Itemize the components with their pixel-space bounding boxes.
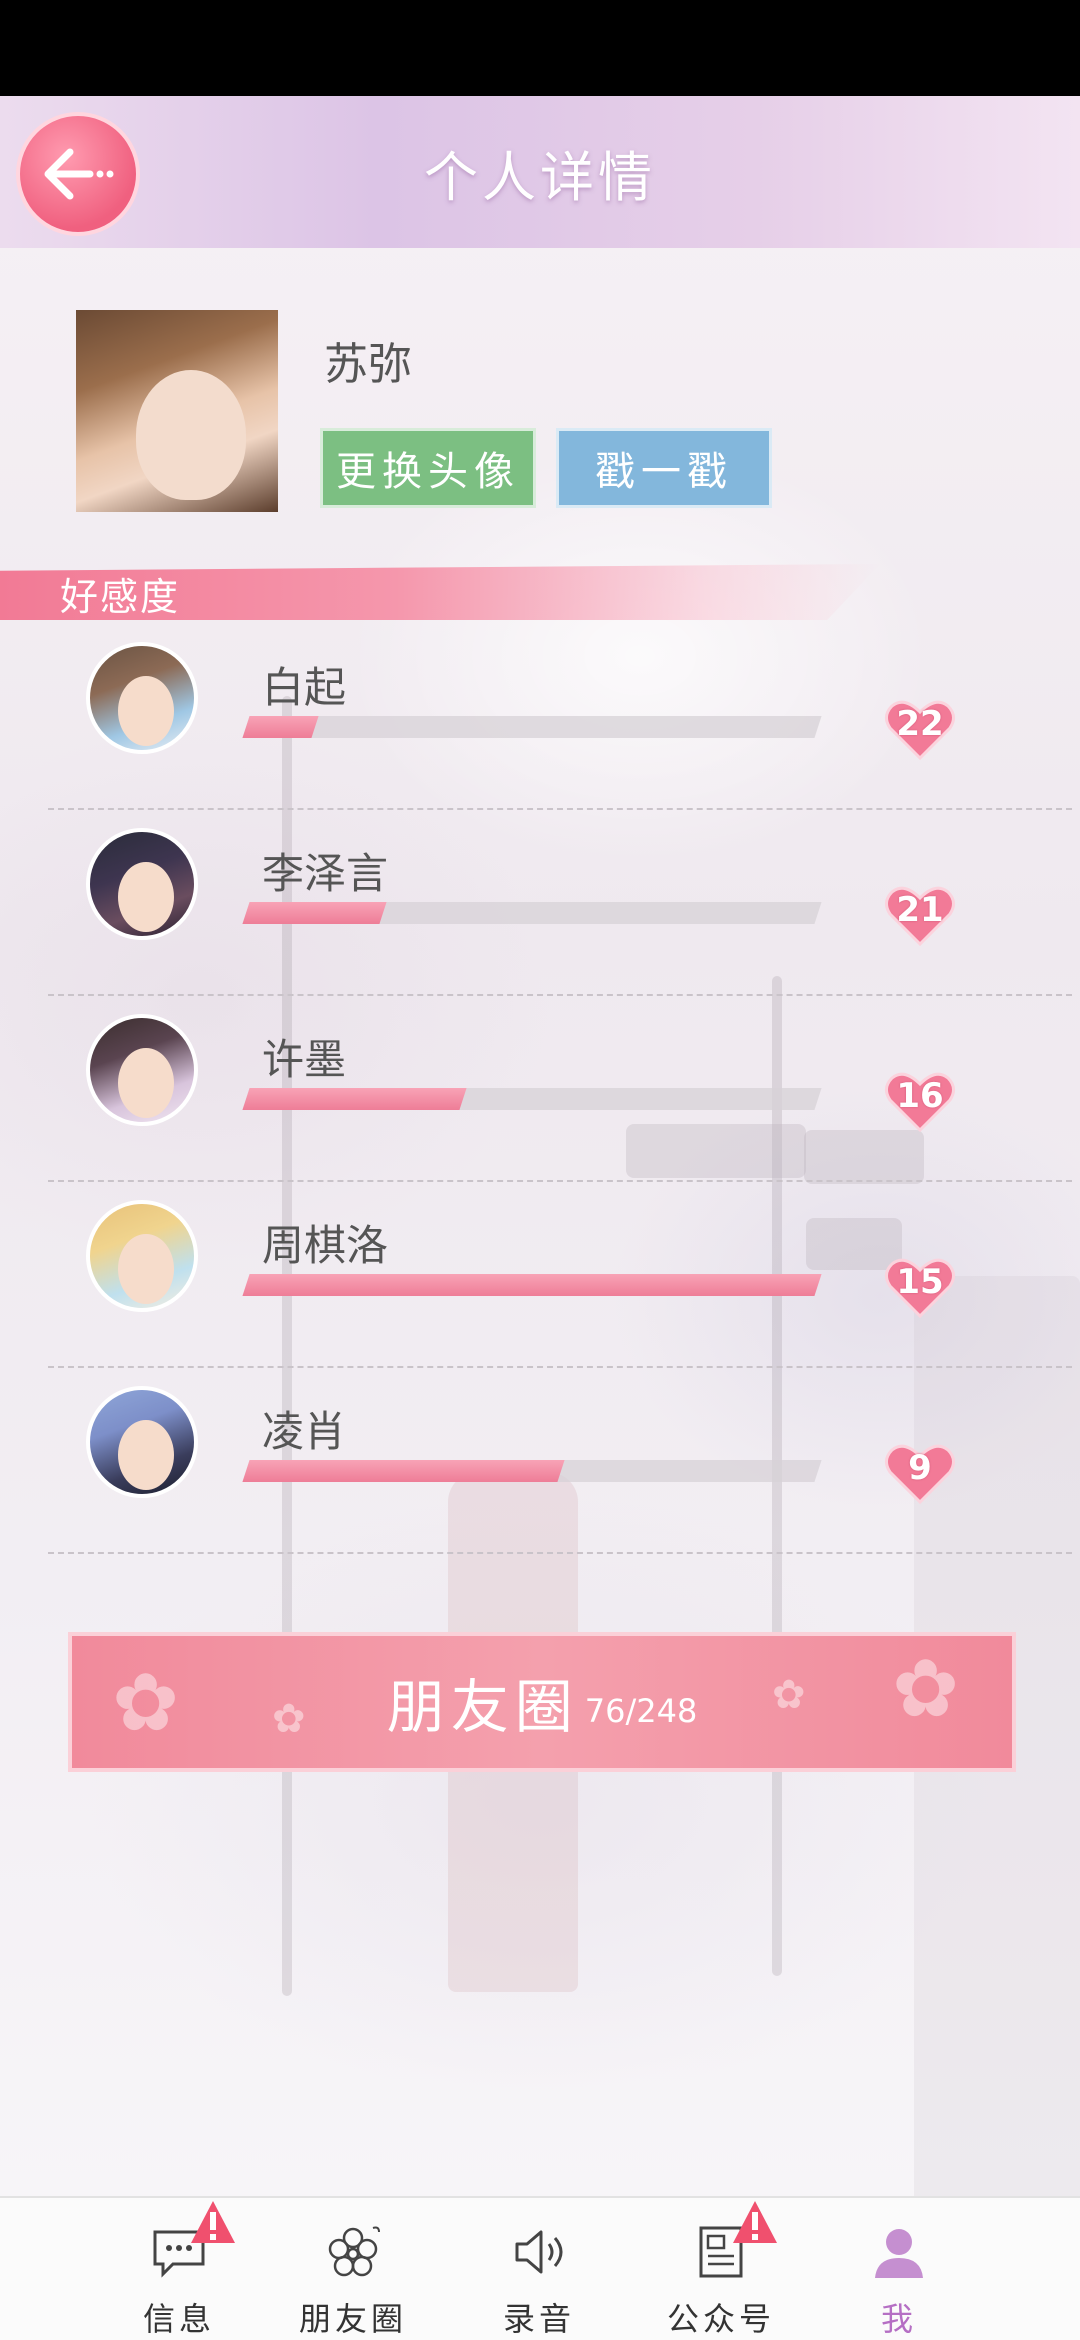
moments-button[interactable]: ✿ ✿ ✿ ✿ 朋友圈 76/248 — [68, 1632, 1016, 1772]
affection-level: 16 — [896, 1076, 944, 1116]
affection-progress-bar — [242, 902, 822, 924]
character-avatar[interactable] — [86, 1200, 198, 1312]
affection-progress-fill — [242, 1274, 822, 1296]
character-name: 许墨 — [262, 1035, 347, 1084]
tab-label: 录音 — [502, 2300, 575, 2338]
affection-level: 21 — [896, 890, 944, 930]
poke-button[interactable]: 戳一戳 — [556, 428, 772, 508]
character-name: 白起 — [262, 663, 347, 712]
user-name: 苏弥 — [324, 339, 412, 390]
tab-messages[interactable]: 信息 — [104, 2198, 254, 2340]
character-name: 李泽言 — [262, 849, 389, 898]
alert-badge-icon — [733, 2201, 777, 2243]
affection-progress-fill — [242, 716, 319, 738]
affection-row[interactable]: 周棋洛 15 — [0, 1182, 1080, 1368]
affection-progress-fill — [242, 1460, 565, 1482]
status-bar — [0, 0, 1080, 96]
affection-level: 9 — [908, 1448, 932, 1488]
speaker-icon — [515, 2230, 563, 2274]
row-divider — [48, 1552, 1072, 1554]
character-avatar[interactable] — [86, 1014, 198, 1126]
tab-label: 公众号 — [666, 2300, 775, 2338]
affection-section-title: 好感度 — [60, 575, 181, 619]
tab-moments[interactable]: 朋友圈 — [278, 2198, 428, 2340]
affection-progress-bar — [242, 1088, 822, 1110]
tab-me[interactable]: 我 — [824, 2198, 974, 2340]
character-avatar[interactable] — [86, 828, 198, 940]
tab-official-accounts[interactable]: 公众号 — [646, 2198, 796, 2340]
user-avatar[interactable] — [76, 310, 278, 512]
tab-recordings[interactable]: 录音 — [464, 2198, 614, 2340]
character-avatar[interactable] — [86, 1386, 198, 1498]
moments-label: 朋友圈 — [386, 1673, 579, 1741]
affection-row[interactable]: 凌肖 9 — [0, 1368, 1080, 1554]
profile-icon — [875, 2229, 923, 2278]
bottom-tab-bar: 信息 朋友圈 录音 公众号 我 — [0, 2196, 1080, 2340]
affection-progress-fill — [242, 902, 387, 924]
affection-level: 15 — [896, 1262, 944, 1302]
character-avatar[interactable] — [86, 642, 198, 754]
affection-row[interactable]: 白起 22 — [0, 624, 1080, 810]
affection-row[interactable]: 李泽言 21 — [0, 810, 1080, 996]
tab-label: 朋友圈 — [298, 2300, 407, 2338]
affection-progress-bar — [242, 716, 822, 738]
moments-count: 76/248 — [584, 1692, 698, 1730]
alert-badge-icon — [191, 2201, 235, 2243]
page-title: 个人详情 — [424, 145, 656, 209]
tab-label: 信息 — [142, 2300, 215, 2338]
affection-row[interactable]: 许墨 16 — [0, 996, 1080, 1182]
flower-icon — [328, 2226, 380, 2277]
tab-label: 我 — [880, 2300, 917, 2338]
affection-progress-bar — [242, 1274, 822, 1296]
character-name: 凌肖 — [262, 1407, 347, 1456]
change-avatar-button[interactable]: 更换头像 — [320, 428, 536, 508]
character-name: 周棋洛 — [262, 1221, 389, 1270]
affection-progress-fill — [242, 1088, 467, 1110]
affection-progress-bar — [242, 1460, 822, 1482]
affection-level: 22 — [896, 704, 944, 744]
